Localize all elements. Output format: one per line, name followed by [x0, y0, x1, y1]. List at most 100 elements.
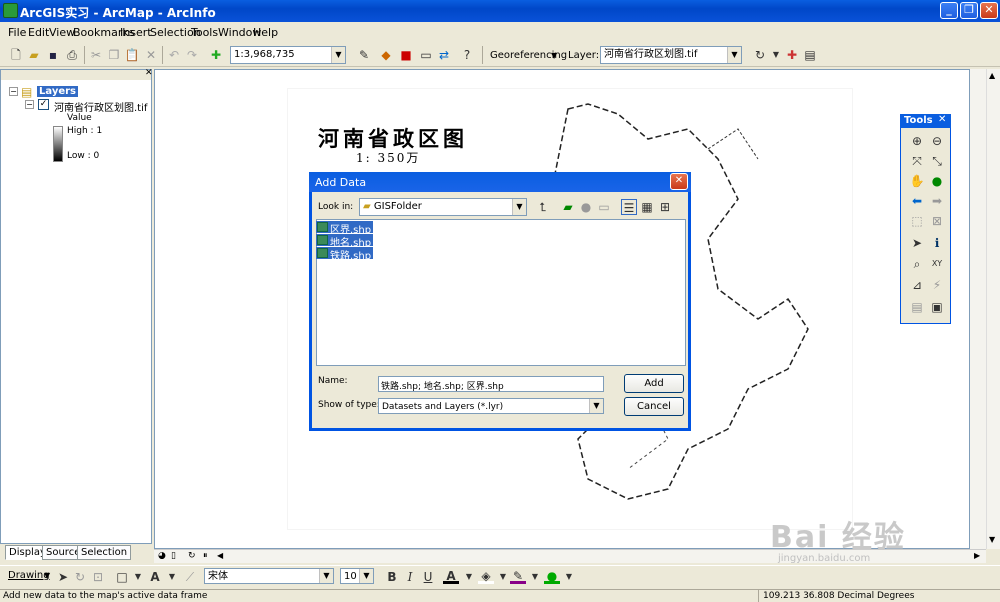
scroll-down-icon[interactable]: ▼ — [989, 535, 995, 544]
go-to-xy-icon[interactable]: XY — [929, 256, 945, 272]
rotate-icon[interactable]: ↻ — [752, 47, 768, 63]
layout-view-icon[interactable]: ▯ — [171, 551, 176, 561]
maximize-button[interactable]: ❐ — [960, 2, 978, 19]
dialog-close-button[interactable]: ✕ — [670, 173, 688, 190]
chevron-down-icon[interactable]: ▼ — [512, 199, 526, 215]
data-view-icon[interactable]: ◕ — [158, 551, 166, 561]
chevron-down-icon[interactable]: ▼ — [495, 569, 511, 585]
line-color-icon[interactable]: ✎ — [510, 568, 526, 584]
collapse-icon[interactable]: − — [25, 100, 34, 109]
forward-icon[interactable]: ➡ — [929, 193, 945, 209]
pan-icon[interactable]: ✋ — [909, 173, 925, 189]
html-popup-icon[interactable]: ▤ — [909, 299, 925, 315]
font-name-combo[interactable]: 宋体 ▼ — [204, 568, 334, 584]
menu-file[interactable]: File — [8, 26, 26, 39]
map-vertical-scrollbar[interactable] — [970, 69, 986, 549]
link-table-icon[interactable]: ▤ — [802, 47, 818, 63]
layers-root[interactable]: Layers — [37, 86, 78, 97]
chevron-down-icon[interactable]: ▼ — [527, 569, 543, 585]
list-view-icon[interactable]: ☰ — [621, 199, 637, 215]
editor-toolbar-icon[interactable]: ✎ — [356, 47, 372, 63]
measure-icon[interactable]: ⊿ — [909, 277, 925, 293]
close-button[interactable]: ✕ — [980, 2, 998, 19]
chevron-down-icon[interactable]: ▼ — [561, 569, 577, 585]
connect-folder-icon[interactable]: ▰ — [560, 199, 576, 215]
fixed-zoom-in-icon[interactable]: ⤧ — [909, 153, 925, 169]
back-icon[interactable]: ⬅ — [909, 193, 925, 209]
cut-icon[interactable]: ✂ — [88, 47, 104, 63]
name-input[interactable]: 铁路.shp; 地名.shp; 区界.shp — [378, 376, 604, 392]
select-elements-icon[interactable]: ➤ — [55, 569, 71, 585]
save-icon[interactable]: ▪ — [45, 47, 61, 63]
scroll-left-icon[interactable]: ◀ — [217, 551, 223, 560]
zoom-out-icon[interactable]: ⊖ — [929, 133, 945, 149]
clear-selection-icon[interactable]: ⊠ — [929, 213, 945, 229]
open-folder-icon[interactable]: ▰ — [26, 47, 42, 63]
add-control-points-icon[interactable]: ✚ — [784, 47, 800, 63]
fill-color-icon[interactable]: ◈ — [478, 568, 494, 584]
chevron-down-icon[interactable]: ▼ — [319, 569, 333, 583]
new-document-icon[interactable]: 🗋 — [8, 47, 24, 63]
edit-vertices-icon[interactable]: ⟋ — [182, 569, 198, 585]
layer-visibility-checkbox[interactable]: ✓ — [38, 99, 49, 110]
underline-button[interactable]: U — [420, 569, 436, 585]
file-item-boundary[interactable]: 区界.shp — [316, 221, 374, 236]
arccatalog-icon[interactable]: ◆ — [378, 47, 394, 63]
full-extent-icon[interactable]: ● — [929, 173, 945, 189]
scroll-up-icon[interactable]: ▲ — [989, 71, 995, 80]
undo-icon[interactable]: ↶ — [166, 47, 182, 63]
whats-this-icon[interactable]: ? — [459, 47, 475, 63]
new-text-icon[interactable]: A — [147, 569, 163, 585]
time-slider-icon[interactable]: ▣ — [929, 299, 945, 315]
copy-icon[interactable]: ❐ — [106, 47, 122, 63]
font-size-combo[interactable]: 10 ▼ — [340, 568, 374, 584]
close-icon[interactable]: ✕ — [145, 68, 153, 78]
tab-selection[interactable]: Selection — [77, 545, 132, 560]
chevron-down-icon[interactable]: ▼ — [727, 47, 741, 63]
command-line-icon[interactable]: ▭ — [418, 47, 434, 63]
map-scale-combo[interactable]: 1:3,968,735 ▼ — [230, 46, 346, 64]
font-color-icon[interactable]: A — [443, 568, 459, 584]
refresh-icon[interactable]: ↻ — [188, 551, 196, 561]
add-button[interactable]: Add — [624, 374, 684, 393]
rotate-icon[interactable]: ↻ — [72, 569, 88, 585]
up-one-level-icon[interactable]: ⮤ — [535, 199, 551, 215]
zoom-whole-page-icon[interactable]: ⊡ — [90, 569, 106, 585]
menu-help[interactable]: Help — [253, 26, 278, 39]
add-data-icon[interactable]: ✚ — [208, 47, 224, 63]
select-elements-icon[interactable]: ➤ — [909, 235, 925, 251]
look-in-combo[interactable]: ▰ GISFolder ▼ — [359, 198, 527, 216]
chevron-down-icon[interactable]: ▼ — [359, 569, 373, 583]
chevron-down-icon[interactable]: ▼ — [44, 571, 50, 580]
print-icon[interactable]: ⎙ — [64, 47, 80, 63]
identify-icon[interactable]: ℹ — [929, 235, 945, 251]
scroll-right-icon[interactable]: ▶ — [974, 551, 980, 560]
layer-combo[interactable]: 河南省行政区划图.tif ▼ — [600, 46, 742, 64]
menu-view[interactable]: View — [49, 26, 75, 39]
new-folder-icon[interactable]: ▭ — [596, 199, 612, 215]
collapse-icon[interactable]: − — [9, 87, 18, 96]
fixed-zoom-out-icon[interactable]: ⤡ — [929, 153, 945, 169]
paste-icon[interactable]: 📋 — [124, 47, 140, 63]
layer-name[interactable]: 河南省行政区划图.tif — [54, 99, 147, 114]
chevron-down-icon[interactable]: ▼ — [164, 569, 180, 585]
chevron-down-icon[interactable]: ▼ — [130, 569, 146, 585]
arctoolbox-icon[interactable]: ■ — [398, 47, 414, 63]
thumbnails-view-icon[interactable]: ⊞ — [657, 199, 673, 215]
type-combo[interactable]: Datasets and Layers (*.lyr) ▼ — [378, 398, 604, 414]
hyperlink-icon[interactable]: ⚡ — [929, 277, 945, 293]
menu-insert[interactable]: Insert — [120, 26, 152, 39]
select-features-icon[interactable]: ⬚ — [909, 213, 925, 229]
zoom-in-icon[interactable]: ⊕ — [909, 133, 925, 149]
pause-icon[interactable]: ⏸ — [203, 551, 208, 561]
menu-tools[interactable]: Tools — [191, 26, 218, 39]
right-scrollbar[interactable]: ▲ ▼ — [986, 69, 1000, 549]
chevron-down-icon[interactable]: ▼ — [768, 47, 784, 63]
menu-edit[interactable]: Edit — [28, 26, 49, 39]
find-icon[interactable]: ⌕ — [909, 256, 925, 272]
disconnect-folder-icon[interactable]: ● — [578, 199, 594, 215]
close-icon[interactable]: ✕ — [938, 114, 946, 125]
file-item-places[interactable]: 地名.shp — [316, 234, 374, 249]
cancel-button[interactable]: Cancel — [624, 397, 684, 416]
bold-button[interactable]: B — [384, 569, 400, 585]
